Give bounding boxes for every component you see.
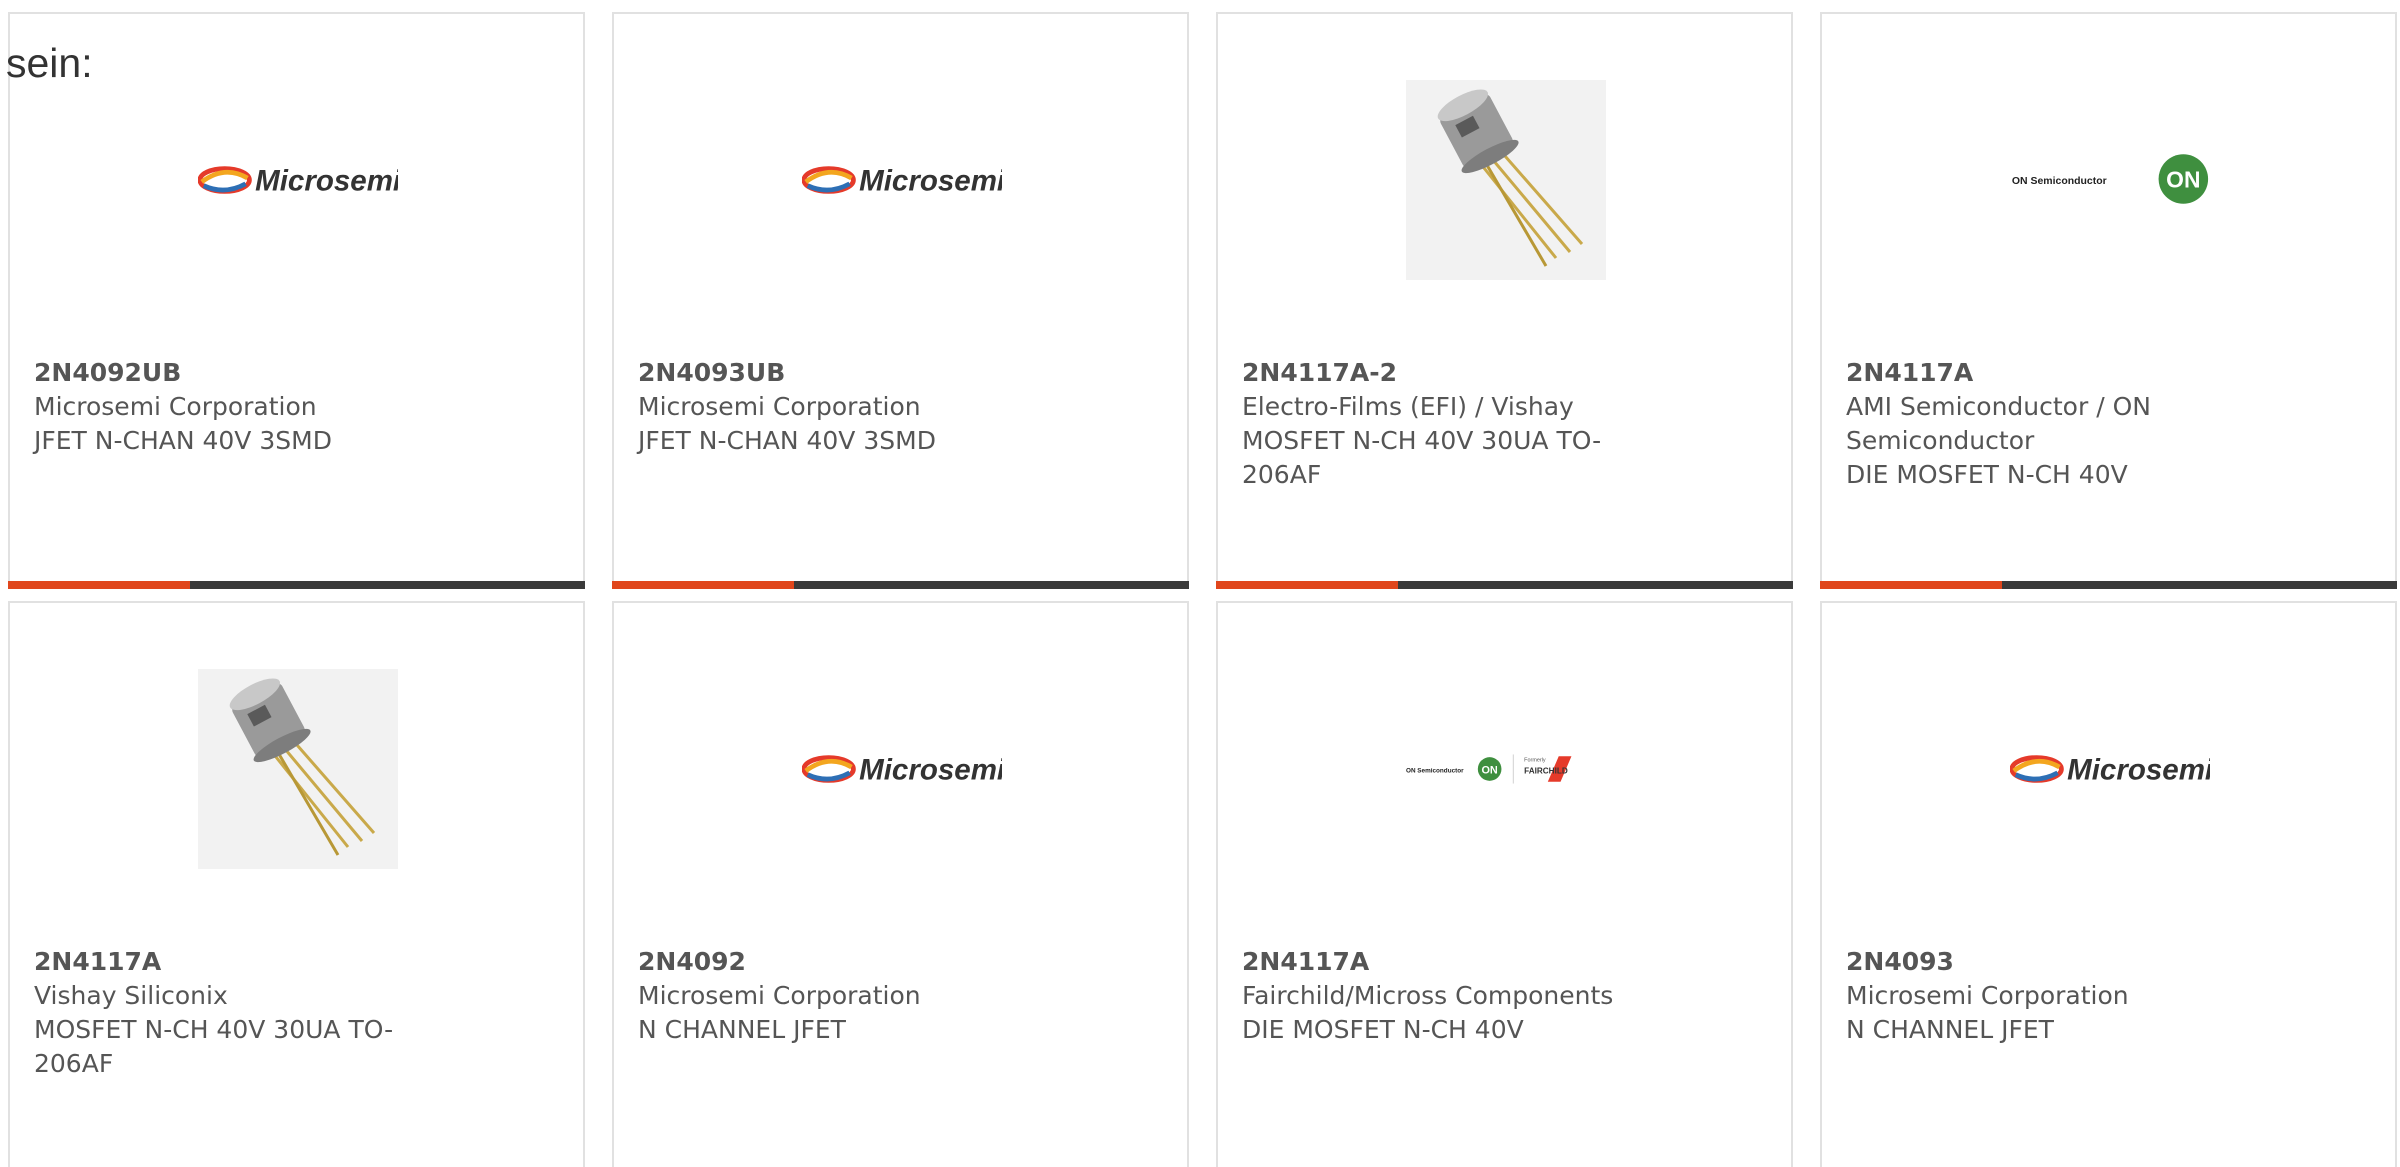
card-text: 2N4092 Microsemi Corporation N CHANNEL J… xyxy=(638,945,1038,1047)
manufacturer: Electro-Films (EFI) / Vishay xyxy=(1242,392,1574,421)
card-bar-accent xyxy=(612,581,794,589)
transistor-photo xyxy=(198,669,398,869)
manufacturer: Microsemi Corporation xyxy=(1846,981,2129,1010)
product-grid: Microsemi 2N4092UB Microsemi Corporation… xyxy=(8,12,2400,1167)
part-number[interactable]: 2N4117A xyxy=(1846,356,2246,390)
card-text: 2N4117A Fairchild/Micross Components DIE… xyxy=(1242,945,1642,1047)
microsemi-logo: Microsemi xyxy=(802,669,1002,869)
card-text: 2N4117A AMI Semiconductor / ON Semicondu… xyxy=(1846,356,2246,492)
description: MOSFET N-CH 40V 30UA TO-206AF xyxy=(1242,426,1602,489)
card-bar-accent xyxy=(1216,581,1398,589)
fairchild-logo-text: FAIRCHILD xyxy=(1524,767,1568,776)
part-number[interactable]: 2N4093 xyxy=(1846,945,2246,979)
product-card[interactable]: 2N4117A-2 Electro-Films (EFI) / Vishay M… xyxy=(1216,12,1793,589)
on-semiconductor-logo-text: ON Semiconductor xyxy=(1406,768,1464,775)
product-card[interactable]: Microsemi 2N4092UB Microsemi Corporation… xyxy=(8,12,585,589)
transistor-photo xyxy=(1406,80,1606,280)
product-card[interactable]: Microsemi 2N4092 Microsemi Corporation N… xyxy=(612,601,1189,1167)
manufacturer: Vishay Siliconix xyxy=(34,981,228,1010)
card-text: 2N4117A-2 Electro-Films (EFI) / Vishay M… xyxy=(1242,356,1642,492)
product-card[interactable]: ON Semiconductor ON 2N4117A AMI Semicond… xyxy=(1820,12,2397,589)
part-number[interactable]: 2N4117A xyxy=(34,945,434,979)
part-number[interactable]: 2N4092UB xyxy=(34,356,434,390)
fairchild-formerly-text: Formerly xyxy=(1524,758,1546,764)
description: DIE MOSFET N-CH 40V xyxy=(1846,460,2128,489)
description: JFET N-CHAN 40V 3SMD xyxy=(34,426,332,455)
description: MOSFET N-CH 40V 30UA TO-206AF xyxy=(34,1015,394,1078)
card-text: 2N4093UB Microsemi Corporation JFET N-CH… xyxy=(638,356,1038,458)
description: N CHANNEL JFET xyxy=(1846,1015,2054,1044)
page: sein: Microsemi 2N4092UB Microsemi Corpo… xyxy=(0,0,2400,1167)
on-semiconductor-logo: ON Semiconductor ON xyxy=(2010,80,2210,280)
description: JFET N-CHAN 40V 3SMD xyxy=(638,426,936,455)
product-card[interactable]: Microsemi 2N4093 Microsemi Corporation N… xyxy=(1820,601,2397,1167)
on-semiconductor-logo-text: ON Semiconductor xyxy=(2012,176,2107,187)
microsemi-logo: Microsemi xyxy=(2010,669,2210,869)
intro-text: sein: xyxy=(6,40,93,86)
manufacturer: Microsemi Corporation xyxy=(638,981,921,1010)
part-number[interactable]: 2N4117A xyxy=(1242,945,1642,979)
card-bar-accent xyxy=(1820,581,2002,589)
microsemi-logo: Microsemi xyxy=(198,80,398,280)
card-bar xyxy=(8,581,585,589)
microsemi-logo: Microsemi xyxy=(802,80,1002,280)
part-number[interactable]: 2N4117A-2 xyxy=(1242,356,1642,390)
part-number[interactable]: 2N4093UB xyxy=(638,356,1038,390)
card-bar xyxy=(1820,581,2397,589)
card-text: 2N4117A Vishay Siliconix MOSFET N-CH 40V… xyxy=(34,945,434,1081)
product-card[interactable]: 2N4117A Vishay Siliconix MOSFET N-CH 40V… xyxy=(8,601,585,1167)
card-bar xyxy=(1216,581,1793,589)
manufacturer: Microsemi Corporation xyxy=(638,392,921,421)
microsemi-logo-text: Microsemi xyxy=(2067,753,2210,786)
card-bar-accent xyxy=(8,581,190,589)
on-logo-badge: ON xyxy=(2166,167,2200,193)
card-text: 2N4093 Microsemi Corporation N CHANNEL J… xyxy=(1846,945,2246,1047)
microsemi-logo-text: Microsemi xyxy=(859,164,1002,197)
microsemi-logo-text: Microsemi xyxy=(859,753,1002,786)
product-card[interactable]: Microsemi 2N4093UB Microsemi Corporation… xyxy=(612,12,1189,589)
on-logo-badge: ON xyxy=(1481,765,1497,777)
part-number[interactable]: 2N4092 xyxy=(638,945,1038,979)
card-bar xyxy=(612,581,1189,589)
description: N CHANNEL JFET xyxy=(638,1015,846,1044)
microsemi-logo-text: Microsemi xyxy=(255,164,398,197)
manufacturer: Fairchild/Micross Components xyxy=(1242,981,1614,1010)
description: DIE MOSFET N-CH 40V xyxy=(1242,1015,1524,1044)
on-fairchild-logo: ON Semiconductor ON Formerly FAIRCHILD xyxy=(1406,669,1606,869)
manufacturer: AMI Semiconductor / ON Semiconductor xyxy=(1846,392,2151,455)
product-card[interactable]: ON Semiconductor ON Formerly FAIRCHILD 2… xyxy=(1216,601,1793,1167)
card-text: 2N4092UB Microsemi Corporation JFET N-CH… xyxy=(34,356,434,458)
manufacturer: Microsemi Corporation xyxy=(34,392,317,421)
